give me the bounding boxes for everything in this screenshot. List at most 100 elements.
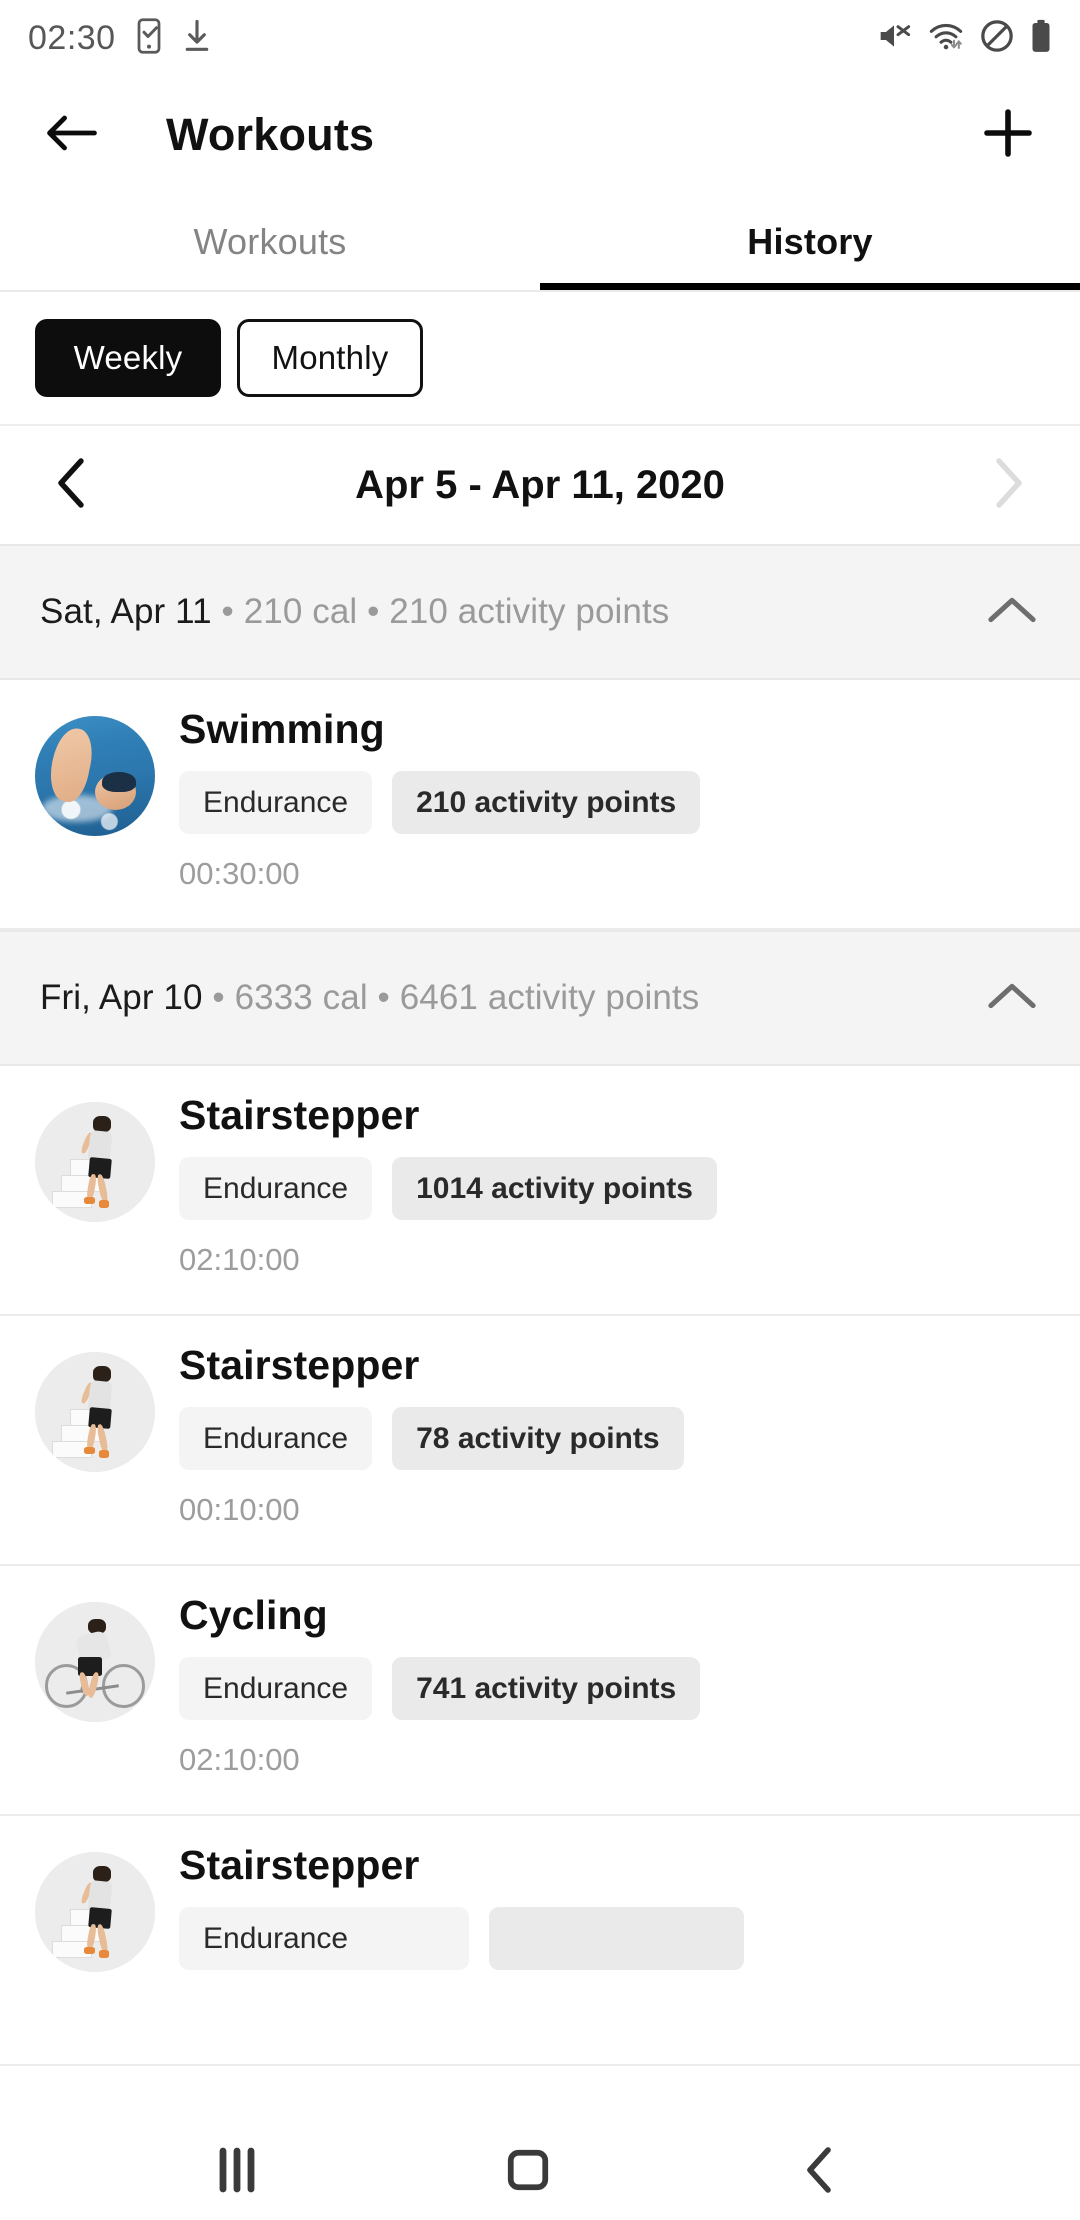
day-date-label: Sat, Apr 11: [40, 592, 212, 631]
back-arrow-icon: [44, 109, 100, 162]
workout-row-swimming[interactable]: Swimming Endurance 210 activity points 0…: [0, 680, 1080, 930]
workout-chip-group: Endurance: [179, 1907, 1040, 1971]
day-collapse-button[interactable]: [984, 970, 1040, 1026]
workout-name: Cycling: [179, 1592, 328, 1638]
period-option-weekly[interactable]: Weekly: [35, 319, 221, 397]
day-header-fri-apr-10[interactable]: Fri, Apr 10 • 6333 cal • 6461 activity p…: [0, 930, 1080, 1066]
battery-icon: [1030, 19, 1052, 58]
day-calories-label: 210 cal: [243, 592, 358, 631]
workout-duration: 00:30:00: [179, 856, 300, 892]
status-bar-right: [876, 19, 1052, 58]
next-week-button[interactable]: [976, 454, 1038, 516]
workout-details: Stairstepper Endurance 1014 activity poi…: [179, 1092, 1040, 1288]
back-button[interactable]: [40, 103, 104, 167]
workout-row-stairstepper-3[interactable]: Stairstepper Endurance: [0, 1816, 1080, 2066]
workout-name: Swimming: [179, 706, 385, 752]
workout-row-stairstepper-1[interactable]: Stairstepper Endurance 1014 activity poi…: [0, 1066, 1080, 1316]
figure-shoe-right: [98, 1450, 110, 1458]
day-sep-1: •: [211, 592, 244, 631]
day-header-summary: Sat, Apr 11 • 210 cal • 210 activity poi…: [40, 592, 669, 632]
recents-icon: [215, 2147, 259, 2198]
tab-workouts[interactable]: Workouts: [0, 194, 540, 290]
workout-name: Stairstepper: [179, 1092, 420, 1138]
home-icon: [505, 2147, 551, 2198]
workout-chip-group: Endurance 210 activity points: [179, 771, 1040, 835]
workout-thumbnail-stairstepper: [35, 1852, 155, 1972]
download-icon: [182, 19, 212, 58]
status-bar-left: 02:30: [28, 17, 212, 59]
workout-thumbnail-stairstepper: [35, 1352, 155, 1472]
day-collapse-button[interactable]: [984, 584, 1040, 640]
do-not-disturb-icon: [980, 19, 1014, 58]
add-workout-button[interactable]: [976, 103, 1040, 167]
tab-active-indicator: [540, 283, 1080, 290]
day-header-summary: Fri, Apr 10 • 6333 cal • 6461 activity p…: [40, 978, 699, 1018]
workout-details: Stairstepper Endurance: [179, 1842, 1040, 2038]
chevron-right-icon: [985, 457, 1029, 514]
previous-week-button[interactable]: [42, 454, 104, 516]
workout-points-chip: [489, 1907, 744, 1971]
plus-icon: [980, 105, 1036, 166]
chevron-left-icon: [51, 457, 95, 514]
stairstepper-illustration: [35, 1852, 155, 1972]
day-sep-1: •: [202, 978, 235, 1017]
chevron-up-icon: [987, 594, 1037, 631]
workout-row-stairstepper-2[interactable]: Stairstepper Endurance 78 activity point…: [0, 1316, 1080, 1566]
swimming-arm: [44, 724, 98, 806]
workout-thumbnail-swimming: [35, 716, 155, 836]
chevron-up-icon: [987, 980, 1037, 1017]
phone-check-icon: [134, 17, 164, 59]
status-bar: 02:30: [0, 0, 1080, 76]
day-points-label: 210 activity points: [389, 592, 670, 631]
wifi-icon: [928, 20, 964, 57]
stairstepper-illustration: [35, 1352, 155, 1472]
workout-chip-group: Endurance 741 activity points: [179, 1657, 1040, 1721]
app-bar: Workouts: [0, 76, 1080, 194]
tab-history-label: History: [747, 221, 873, 262]
day-calories-label: 6333 cal: [234, 978, 368, 1017]
recents-button[interactable]: [215, 2147, 259, 2198]
workout-type-chip: Endurance: [179, 1907, 469, 1971]
workout-type-chip: Endurance: [179, 1657, 373, 1721]
app-screen: 02:30 Workouts Workouts History Weekly M…: [0, 0, 1080, 2220]
workout-points-chip: 1014 activity points: [392, 1157, 717, 1221]
workout-row-cycling[interactable]: Cycling Endurance 741 activity points 02…: [0, 1566, 1080, 1816]
swimming-photo: [35, 716, 155, 836]
cycling-illustration: [35, 1602, 155, 1722]
figure-shoe-right: [98, 1950, 110, 1958]
swimming-cap: [102, 772, 136, 792]
workout-thumbnail-cycling: [35, 1602, 155, 1722]
tab-history[interactable]: History: [540, 194, 1080, 290]
period-option-weekly-label: Weekly: [73, 339, 183, 376]
workout-type-chip: Endurance: [179, 771, 373, 835]
workout-thumbnail-stairstepper: [35, 1102, 155, 1222]
tab-bar: Workouts History: [0, 194, 1080, 290]
workout-details: Swimming Endurance 210 activity points 0…: [179, 706, 1040, 902]
date-range-nav: Apr 5 - Apr 11, 2020: [0, 426, 1080, 544]
figure-shoe-left: [84, 1446, 95, 1454]
workout-name: Stairstepper: [179, 1842, 420, 1888]
day-sep-2: •: [367, 978, 400, 1017]
day-header-sat-apr-11[interactable]: Sat, Apr 11 • 210 cal • 210 activity poi…: [0, 544, 1080, 680]
period-option-monthly[interactable]: Monthly: [237, 319, 423, 397]
workout-type-chip: Endurance: [179, 1157, 373, 1221]
workout-chip-group: Endurance 1014 activity points: [179, 1157, 1040, 1221]
page-title: Workouts: [166, 109, 375, 160]
workout-duration: 02:10:00: [179, 1742, 300, 1778]
day-sep-2: •: [357, 592, 390, 631]
workout-type-chip: Endurance: [179, 1407, 373, 1471]
mute-icon: [876, 20, 912, 57]
figure-shoe-right: [98, 1200, 110, 1208]
stairstepper-illustration: [35, 1102, 155, 1222]
workout-points-chip: 210 activity points: [392, 771, 701, 835]
home-button[interactable]: [505, 2147, 551, 2198]
workout-name: Stairstepper: [179, 1342, 420, 1388]
figure-shoe-left: [84, 1946, 95, 1954]
workout-duration: 02:10:00: [179, 1242, 300, 1278]
back-nav-button[interactable]: [800, 2146, 840, 2199]
tab-workouts-label: Workouts: [193, 221, 347, 262]
workout-points-chip: 741 activity points: [392, 1657, 701, 1721]
system-navigation-bar: [0, 2124, 1080, 2220]
date-range-label: Apr 5 - Apr 11, 2020: [355, 462, 725, 507]
workout-details: Cycling Endurance 741 activity points 02…: [179, 1592, 1040, 1788]
